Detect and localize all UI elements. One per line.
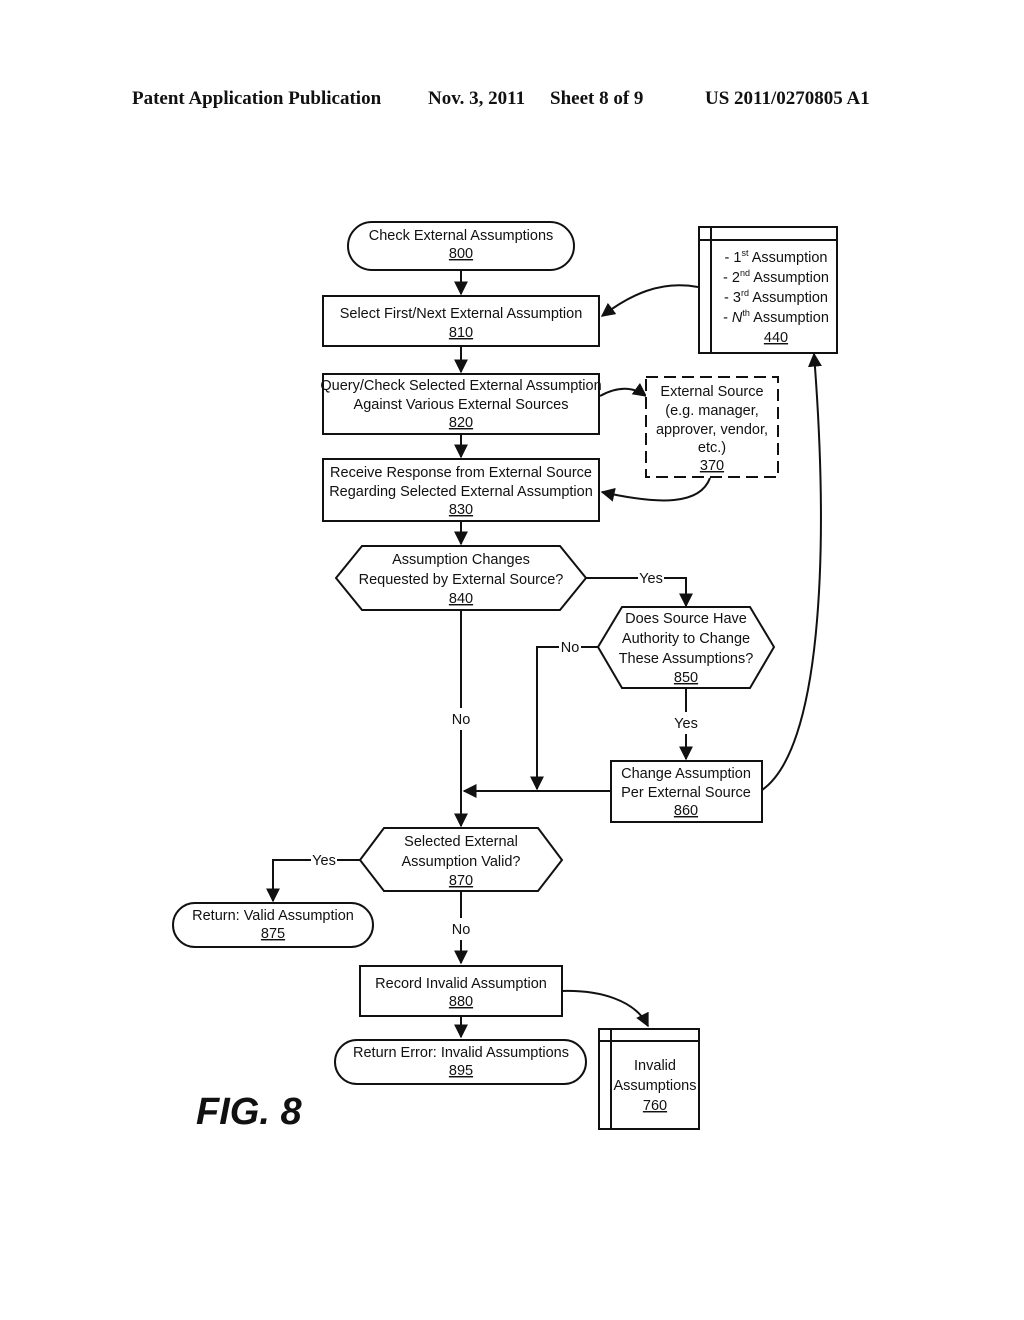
- node-880-record-invalid: Record Invalid Assumption 880: [359, 965, 563, 1017]
- node-ref: 840: [449, 591, 473, 607]
- assumption-item-n: - Nth Assumption: [723, 308, 829, 326]
- edge-820-370: [599, 382, 648, 397]
- node-ref: 830: [449, 502, 473, 518]
- assumption-item-1: - 1st Assumption: [725, 248, 828, 266]
- node-850-source-authority: Does Source Have Authority to Change The…: [596, 606, 776, 689]
- node-875-return-valid: Return: Valid Assumption 875: [172, 902, 374, 948]
- flowchart: Yes No No Yes Yes No Check External Assu…: [172, 221, 838, 1133]
- node-820-query-check: Query/Check Selected External Assumption…: [320, 373, 602, 435]
- edge-840-yes-b: [664, 577, 693, 608]
- edge-370-830: [600, 477, 711, 502]
- node-text: Authority to Change: [622, 631, 750, 647]
- node-text: approver, vendor,: [656, 422, 768, 438]
- assumption-item-2: - 2nd Assumption: [723, 268, 829, 286]
- edge-label-850-yes: Yes: [674, 716, 698, 732]
- node-text: Assumptions: [613, 1078, 696, 1094]
- node-text: Does Source Have: [625, 611, 747, 627]
- node-ref: 880: [449, 994, 473, 1010]
- node-text: These Assumptions?: [619, 651, 754, 667]
- edge-870-yes-b: [266, 859, 311, 903]
- node-ref: 875: [261, 926, 285, 942]
- node-840-changes-requested: Assumption Changes Requested by External…: [334, 545, 588, 611]
- node-text: Assumption Valid?: [401, 854, 520, 870]
- node-text: Against Various External Sources: [354, 397, 569, 413]
- edge-label-870-yes: Yes: [312, 853, 336, 869]
- node-text: Check External Assumptions: [369, 228, 554, 244]
- node-text: Return Error: Invalid Assumptions: [353, 1045, 569, 1061]
- node-ref: 870: [449, 873, 473, 889]
- node-text: Selected External: [404, 834, 518, 850]
- edge-850-no-b: [530, 646, 559, 791]
- node-text: Per External Source: [621, 785, 751, 801]
- node-text: Receive Response from External Source: [330, 465, 592, 481]
- node-text: etc.): [698, 440, 726, 456]
- node-ref: 760: [643, 1098, 667, 1114]
- edge-440-810: [600, 284, 699, 317]
- edge-label-840-no: No: [452, 712, 471, 728]
- node-text: Regarding Selected External Assumption: [329, 484, 593, 500]
- node-ref: 820: [449, 415, 473, 431]
- node-ref: 850: [674, 670, 698, 686]
- node-895-return-error: Return Error: Invalid Assumptions 895: [334, 1039, 587, 1085]
- node-830-receive-response: Receive Response from External Source Re…: [322, 458, 600, 522]
- node-870-assumption-valid: Selected External Assumption Valid? 870: [358, 827, 564, 892]
- node-ref: 895: [449, 1063, 473, 1079]
- node-text: Invalid: [634, 1058, 676, 1074]
- edge-label-840-yes: Yes: [639, 571, 663, 587]
- node-370-external-source: External Source (e.g. manager, approver,…: [645, 376, 779, 478]
- node-text: (e.g. manager,: [665, 403, 759, 419]
- edge-label-850-no: No: [561, 640, 580, 656]
- node-ref: 440: [764, 330, 788, 346]
- node-text: Select First/Next External Assumption: [340, 306, 583, 322]
- node-ref: 810: [449, 325, 473, 341]
- node-text: Change Assumption: [621, 766, 751, 782]
- node-810-select-assumption: Select First/Next External Assumption 81…: [322, 295, 600, 347]
- assumption-item-3: - 3rd Assumption: [724, 288, 828, 306]
- edge-label-870-no: No: [452, 922, 471, 938]
- node-text: External Source: [660, 384, 763, 400]
- node-text: Assumption Changes: [392, 552, 530, 568]
- node-800-start: Check External Assumptions 800: [347, 221, 575, 271]
- node-440-assumption-list: - 1st Assumption - 2nd Assumption - 3rd …: [698, 226, 838, 354]
- edge-880-760: [561, 989, 649, 1028]
- node-ref: 800: [449, 246, 473, 262]
- figure-label: FIG. 8: [196, 1091, 302, 1133]
- node-760-invalid-assumptions: Invalid Assumptions 760: [598, 1028, 700, 1130]
- node-text: Record Invalid Assumption: [375, 976, 547, 992]
- node-ref: 860: [674, 803, 698, 819]
- node-text: Requested by External Source?: [359, 572, 564, 588]
- node-860-change-assumption: Change Assumption Per External Source 86…: [610, 760, 763, 823]
- node-text: Query/Check Selected External Assumption: [320, 378, 601, 394]
- node-text: Return: Valid Assumption: [192, 908, 354, 924]
- node-ref: 370: [700, 458, 724, 474]
